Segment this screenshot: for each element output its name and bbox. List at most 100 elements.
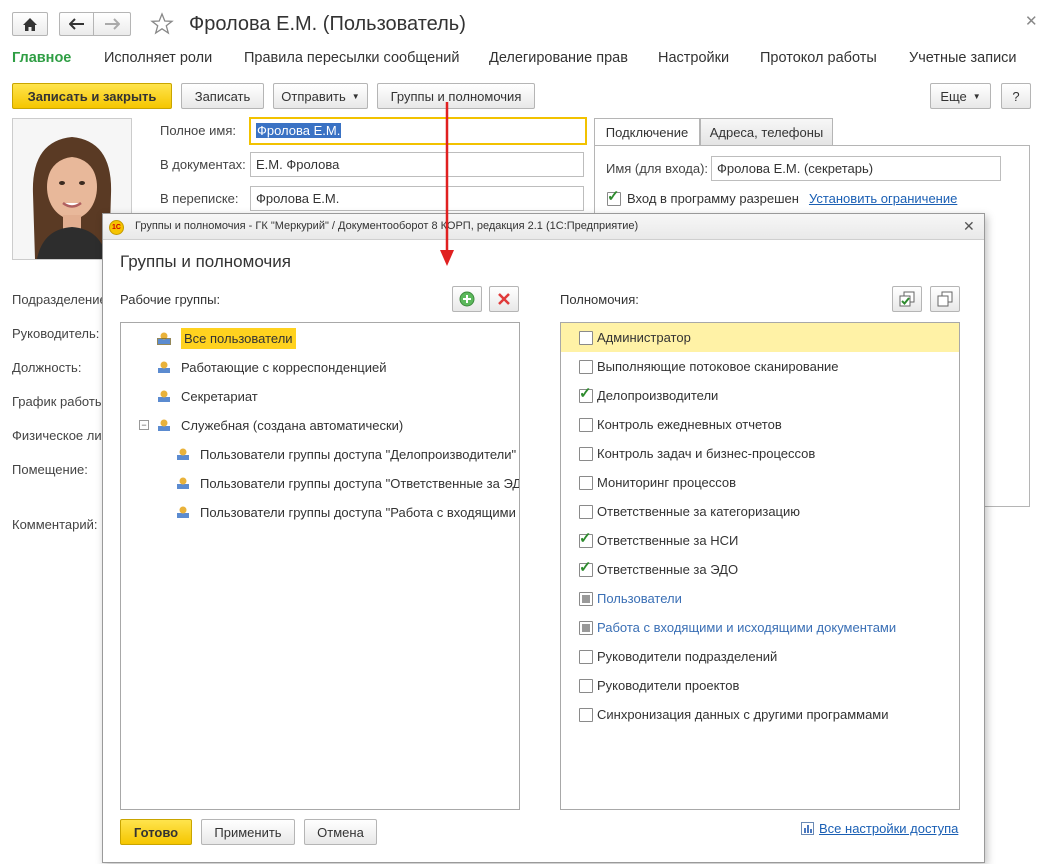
tree-item-service[interactable]: − Служебная (создана автоматически) (139, 414, 403, 436)
uncheck-all-button[interactable] (930, 286, 960, 312)
back-button[interactable] (59, 12, 93, 36)
tree-item-label: Пользователи группы доступа "Делопроизво… (200, 446, 517, 462)
tab-delegation[interactable]: Делегирование прав (489, 50, 628, 66)
send-label: Отправить (281, 88, 346, 104)
tab-addresses[interactable]: Адреса, телефоны (700, 118, 833, 146)
user-group-icon (157, 418, 171, 432)
fullname-value: Фролова Е.М. (256, 123, 342, 138)
checkbox-icon[interactable] (579, 475, 593, 490)
tree-item-subgroup-docs[interactable]: Пользователи группы доступа "Работа с вх… (176, 501, 519, 523)
tree-item-all-users[interactable]: Все пользователи (157, 327, 296, 349)
apply-button[interactable]: Применить (201, 819, 295, 845)
manager-label: Руководитель: (12, 326, 100, 341)
perm-row[interactable]: Выполняющие потоковое сканирование (561, 352, 959, 381)
arrow-right-icon (105, 18, 120, 30)
checkbox-icon[interactable] (579, 504, 593, 519)
perm-row[interactable]: Синхронизация данных с другими программа… (561, 700, 959, 729)
tab-settings[interactable]: Настройки (658, 50, 729, 66)
perm-label: Мониторинг процессов (597, 475, 737, 490)
perm-row[interactable]: Пользователи (561, 584, 959, 613)
perm-row[interactable]: Работа с входящими и исходящими документ… (561, 613, 959, 642)
collapse-icon[interactable]: − (139, 420, 149, 430)
perm-label: Контроль задач и бизнес-процессов (597, 446, 816, 461)
all-settings-link-wrap[interactable]: Все настройки доступа (801, 821, 958, 836)
perm-label: Выполняющие потоковое сканирование (597, 359, 839, 374)
dialog-close-icon[interactable]: ✕ (963, 218, 975, 235)
ok-button[interactable]: Готово (120, 819, 192, 845)
position-label: Должность: (12, 360, 82, 375)
tree-item-secretariat[interactable]: Секретариат (157, 385, 258, 407)
add-group-button[interactable] (452, 286, 482, 312)
checkbox-partial-icon[interactable] (579, 620, 593, 635)
perm-row[interactable]: ✓ Делопроизводители (561, 381, 959, 410)
perm-row[interactable]: ✓ Ответственные за ЭДО (561, 555, 959, 584)
groups-dialog: 1С Группы и полномочия - ГК "Меркурий" /… (102, 213, 985, 863)
fullname-input[interactable]: Фролова Е.М. (249, 117, 587, 145)
checkbox-checked-icon[interactable]: ✓ (579, 530, 593, 548)
close-icon[interactable]: ✕ (1025, 12, 1038, 30)
tree-item-subgroup-clerks[interactable]: Пользователи группы доступа "Делопроизво… (176, 443, 516, 465)
checkbox-icon[interactable] (579, 359, 593, 374)
delete-group-button[interactable] (489, 286, 519, 312)
login-allowed-checkbox[interactable]: ✓ Вход в программу разрешен Установить о… (607, 188, 957, 206)
checkbox-icon[interactable] (579, 707, 593, 722)
perm-label: Руководители проектов (597, 678, 740, 693)
checkbox-icon[interactable] (579, 678, 593, 693)
chevron-down-icon: ▼ (972, 91, 981, 101)
add-icon (459, 291, 475, 307)
user-group-icon (157, 331, 171, 345)
check-all-button[interactable] (892, 286, 922, 312)
checkbox-icon[interactable] (579, 649, 593, 664)
perm-row[interactable]: Контроль ежедневных отчетов (561, 410, 959, 439)
dialog-window-title: Группы и полномочия - ГК "Меркурий" / До… (135, 220, 639, 232)
tab-accounts[interactable]: Учетные записи (909, 50, 1017, 66)
perm-row[interactable]: Ответственные за категоризацию (561, 497, 959, 526)
set-limit-link[interactable]: Установить ограничение (809, 191, 957, 206)
perm-row[interactable]: Мониторинг процессов (561, 468, 959, 497)
forward-button[interactable] (93, 12, 131, 36)
save-button[interactable]: Записать (181, 83, 264, 109)
checkbox-checked-icon[interactable]: ✓ (579, 559, 593, 577)
favorite-star-icon[interactable] (150, 12, 174, 39)
arrow-left-icon (68, 18, 84, 30)
chevron-down-icon: ▼ (351, 91, 360, 101)
checkbox-icon[interactable] (579, 417, 593, 432)
tab-connection[interactable]: Подключение (594, 118, 700, 146)
tab-forwarding-rules[interactable]: Правила пересылки сообщений (244, 50, 459, 66)
cancel-button[interactable]: Отмена (304, 819, 377, 845)
perm-label: Пользователи (597, 591, 682, 606)
tree-item-label: Служебная (создана автоматически) (181, 417, 404, 433)
tab-main[interactable]: Главное (12, 50, 71, 66)
perm-label: Ответственные за НСИ (597, 533, 739, 548)
checkbox-checked-icon[interactable]: ✓ (579, 385, 593, 403)
checkbox-partial-icon[interactable] (579, 591, 593, 606)
tab-work-log[interactable]: Протокол работы (760, 50, 877, 66)
perm-row[interactable]: Администратор (561, 323, 959, 352)
report-icon (801, 822, 814, 835)
help-button[interactable]: ? (1001, 83, 1031, 109)
send-button[interactable]: Отправить ▼ (273, 83, 368, 109)
correspondence-input[interactable]: Фролова Е.М. (250, 186, 584, 211)
tree-item-subgroup-edo[interactable]: Пользователи группы доступа "Ответственн… (176, 472, 519, 494)
perm-label: Контроль ежедневных отчетов (597, 417, 782, 432)
login-input[interactable]: Фролова Е.М. (секретарь) (711, 156, 1001, 181)
more-button[interactable]: Еще ▼ (930, 83, 991, 109)
correspondence-label: В переписке: (160, 191, 239, 206)
checkbox-icon[interactable] (579, 446, 593, 461)
groups-tree[interactable]: Все пользователи Работающие с корреспонд… (120, 322, 520, 810)
tree-item-correspondence[interactable]: Работающие с корреспонденцией (157, 356, 386, 378)
all-settings-link[interactable]: Все настройки доступа (819, 821, 958, 836)
tab-roles[interactable]: Исполняет роли (104, 50, 212, 66)
home-button[interactable] (12, 12, 48, 36)
perm-row[interactable]: Руководители подразделений (561, 642, 959, 671)
perm-row[interactable]: Контроль задач и бизнес-процессов (561, 439, 959, 468)
permissions-list[interactable]: Администратор Выполняющие потоковое скан… (560, 322, 960, 810)
perm-row[interactable]: Руководители проектов (561, 671, 959, 700)
perm-label: Ответственные за ЭДО (597, 562, 739, 577)
docs-input[interactable]: Е.М. Фролова (250, 152, 584, 177)
checkbox-icon[interactable] (579, 330, 593, 345)
login-allowed-label: Вход в программу разрешен (627, 191, 799, 206)
save-close-button[interactable]: Записать и закрыть (12, 83, 172, 109)
perm-row[interactable]: ✓ Ответственные за НСИ (561, 526, 959, 555)
schedule-label: График работы: (12, 394, 108, 409)
